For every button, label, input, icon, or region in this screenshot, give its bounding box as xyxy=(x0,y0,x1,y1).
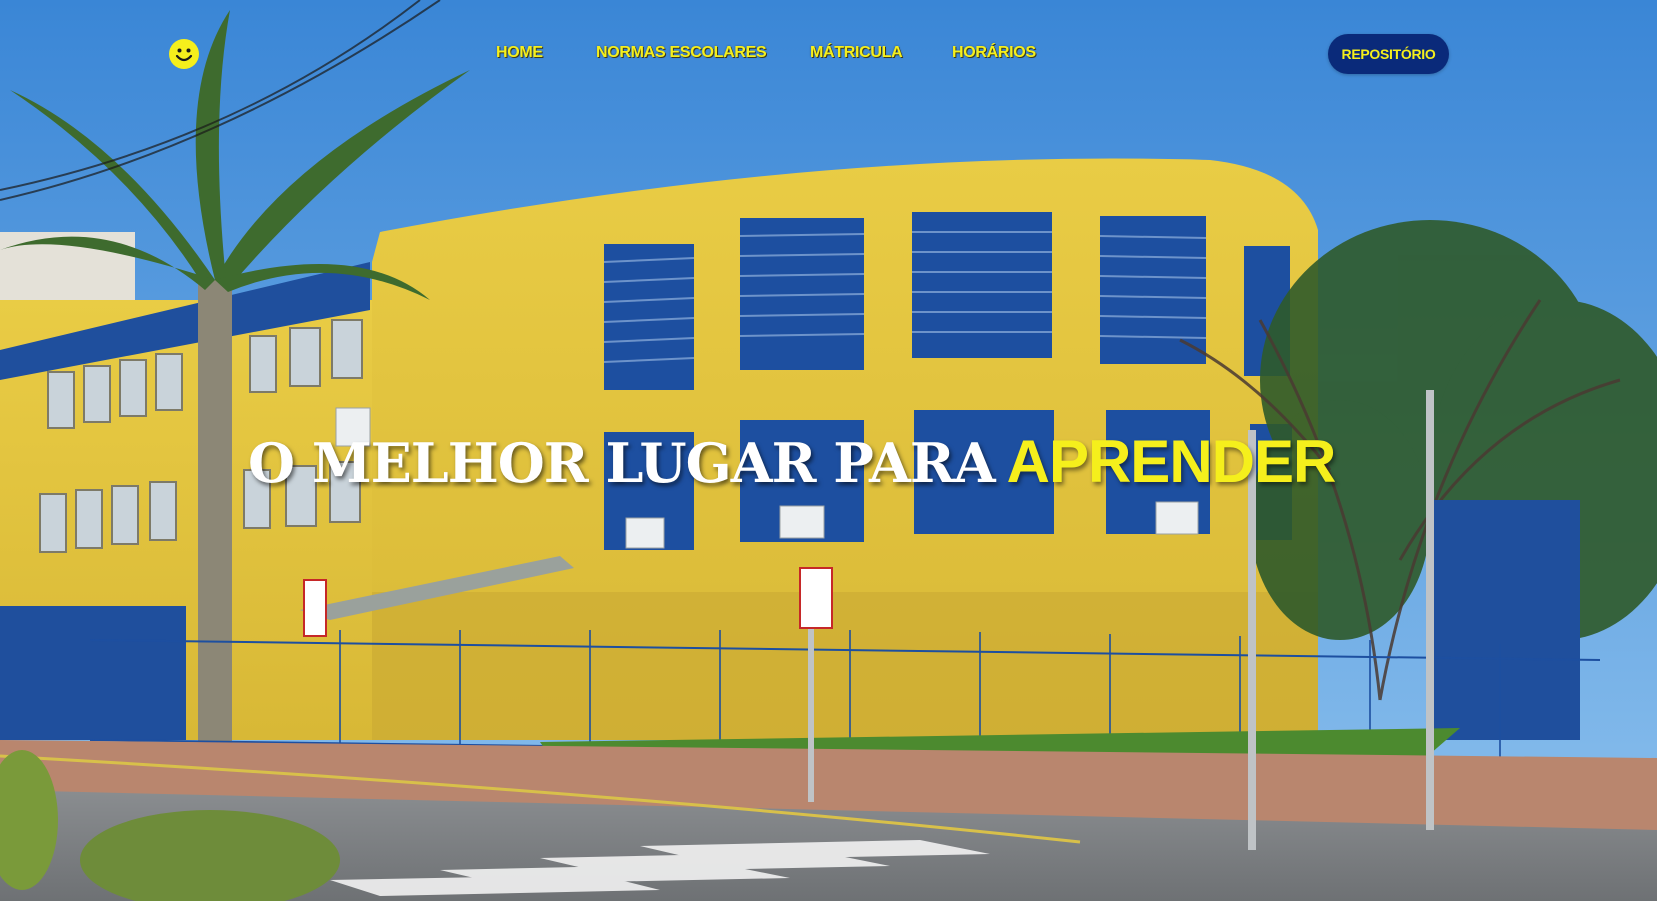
nav-link-horarios[interactable]: HORÁRIOS xyxy=(952,44,1036,62)
headline-yellow-text: APRENDER xyxy=(1006,428,1337,495)
hero-headline: O MELHOR LUGAR PARA APRENDER xyxy=(248,431,1336,495)
nav-link-matricula[interactable]: MÁTRICULA xyxy=(810,44,903,62)
top-navigation-bar: HOME NORMAS ESCOLARES MÁTRICULA HORÁRIOS… xyxy=(0,0,1657,110)
smiley-face-icon[interactable] xyxy=(168,38,200,70)
nav-link-home[interactable]: HOME xyxy=(496,44,543,62)
nav-link-normas-escolares[interactable]: NORMAS ESCOLARES xyxy=(596,44,767,62)
headline-white-text: O MELHOR LUGAR PARA xyxy=(248,431,996,495)
repositorio-button[interactable]: REPOSITÓRIO xyxy=(1328,34,1449,74)
